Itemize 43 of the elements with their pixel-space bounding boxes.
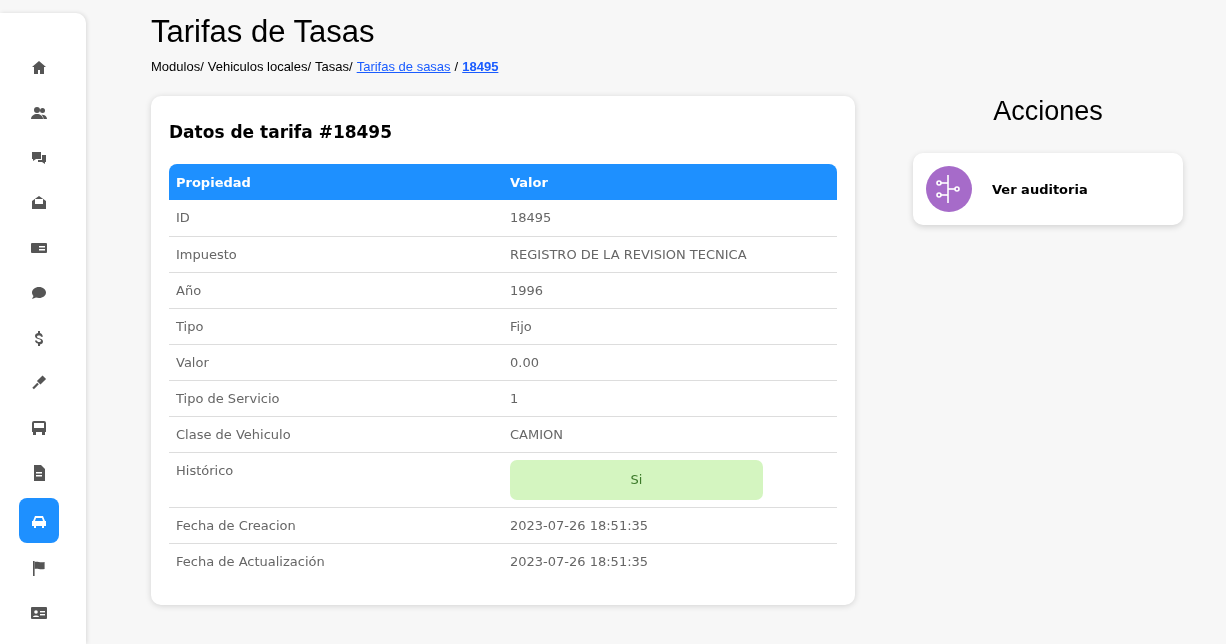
users-icon <box>31 105 47 121</box>
bill-icon <box>31 240 47 256</box>
action-card[interactable]: Ver auditoria <box>913 153 1183 225</box>
property-cell: Clase de Vehiculo <box>169 416 503 452</box>
breadcrumb-item: Vehiculos locales/ <box>207 59 312 74</box>
sidebar-item[interactable] <box>19 498 59 543</box>
value-cell: Fijo <box>503 308 837 344</box>
value-cell: 1996 <box>503 272 837 308</box>
value-cell: REGISTRO DE LA REVISION TECNICA <box>503 236 837 272</box>
value-cell: 2023-07-26 18:51:35 <box>503 507 837 543</box>
document-icon <box>31 465 47 481</box>
property-cell: Histórico <box>169 452 503 507</box>
value-cell: 2023-07-26 18:51:35 <box>503 543 837 579</box>
property-cell: Valor <box>169 344 503 380</box>
page-title: Tarifas de Tasas <box>151 14 376 50</box>
gavel-icon <box>31 375 47 391</box>
breadcrumb-item: Modulos/ <box>151 59 204 74</box>
property-cell: Fecha de Actualización <box>169 543 503 579</box>
value-cell: 18495 <box>503 200 837 236</box>
property-cell: Tipo de Servicio <box>169 380 503 416</box>
property-cell: Impuesto <box>169 236 503 272</box>
value-cell: 0.00 <box>503 344 837 380</box>
id-card-icon <box>31 605 47 621</box>
breadcrumb-link[interactable]: Tarifas de sasas <box>356 59 451 74</box>
column-header: Propiedad <box>169 164 503 200</box>
property-cell: ID <box>169 200 503 236</box>
breadcrumb-current[interactable]: 18495 <box>462 59 499 74</box>
value-cell: 1 <box>503 380 837 416</box>
property-cell: Fecha de Creacion <box>169 507 503 543</box>
column-header: Valor <box>503 164 837 200</box>
property-cell: Tipo <box>169 308 503 344</box>
branch-icon <box>926 166 972 212</box>
home-icon <box>31 60 47 76</box>
property-cell: Año <box>169 272 503 308</box>
breadcrumb-item: Tasas/ <box>315 59 353 74</box>
actions-title: Acciones <box>992 96 1104 127</box>
flag-icon <box>31 560 47 576</box>
status-badge: Si <box>510 459 763 500</box>
value-cell: CAMION <box>503 416 837 452</box>
breadcrumb-item: / <box>454 59 459 74</box>
envelope-icon <box>31 195 47 211</box>
bus-icon <box>31 420 47 436</box>
card-title: Datos de tarifa #18495 <box>169 122 394 142</box>
